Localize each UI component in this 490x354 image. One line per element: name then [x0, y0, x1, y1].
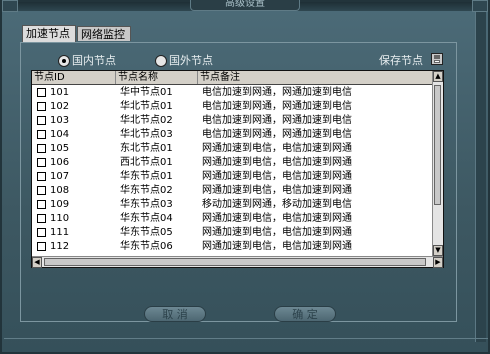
radio-domestic-label: 国内节点	[72, 54, 116, 67]
table-row[interactable]: 102 华北节点01 电信加速到网通，网通加速到电信	[32, 100, 432, 114]
cell-node-note: 网通加速到电信，电信加速到网通	[202, 185, 352, 196]
row-checkbox[interactable]	[37, 200, 46, 209]
row-checkbox[interactable]	[37, 116, 46, 125]
table-body: 101 华中节点01 电信加速到网通，网通加速到电信 102 华北节点01 电信加速到网通…	[32, 86, 432, 256]
header-node-note[interactable]: 节点备注	[198, 71, 432, 84]
window-title: 高级设置	[190, 0, 300, 11]
cell-node-name: 华东节点05	[120, 227, 173, 238]
cell-node-name: 华北节点02	[120, 115, 173, 126]
cancel-button[interactable]: 取 消	[144, 306, 206, 322]
cell-node-name: 华东节点04	[120, 213, 173, 224]
table-row[interactable]: 107 华东节点01 网通加速到电信，电信加速到网通	[32, 170, 432, 184]
cell-node-id: 111	[50, 227, 70, 238]
cell-node-note: 电信加速到网通，网通加速到电信	[202, 115, 352, 126]
cell-node-note: 网通加速到电信，电信加速到网通	[202, 227, 352, 238]
cell-node-note: 移动加速到网通，移动加速到电信	[202, 199, 352, 210]
cell-node-name: 华东节点06	[120, 241, 173, 252]
cell-node-id: 102	[50, 101, 70, 112]
row-checkbox[interactable]	[37, 130, 46, 139]
cell-node-name: 华东节点03	[120, 199, 173, 210]
cell-node-name: 西北节点01	[120, 157, 173, 168]
side-frame	[475, 12, 486, 342]
row-checkbox[interactable]	[37, 242, 46, 251]
cell-node-note: 网通加速到电信，电信加速到网通	[202, 241, 352, 252]
cell-node-note: 电信加速到网通，网通加速到电信	[202, 87, 352, 98]
table-row[interactable]: 110 华东节点04 网通加速到电信，电信加速到网通	[32, 212, 432, 226]
horizontal-scrollbar[interactable]: ◀ ▶	[32, 256, 443, 268]
row-checkbox[interactable]	[37, 144, 46, 153]
cell-node-id: 103	[50, 115, 70, 126]
header-node-name[interactable]: 节点名称	[116, 71, 198, 84]
table-row[interactable]: 106 西北节点01 网通加速到电信，电信加速到网通	[32, 156, 432, 170]
tab-accelerate-nodes[interactable]: 加速节点	[22, 25, 76, 42]
cell-node-name: 华中节点01	[120, 87, 173, 98]
table-row[interactable]: 108 华东节点02 网通加速到电信，电信加速到网通	[32, 184, 432, 198]
cell-node-id: 106	[50, 157, 70, 168]
cell-node-id: 112	[50, 241, 70, 252]
save-nodes-label[interactable]: 保存节点	[379, 54, 423, 68]
cell-node-note: 网通加速到电信，电信加速到网通	[202, 143, 352, 154]
scroll-right-icon[interactable]: ▶	[433, 257, 443, 268]
cell-node-id: 105	[50, 143, 70, 154]
cell-node-id: 109	[50, 199, 70, 210]
cell-node-note: 网通加速到电信，电信加速到网通	[202, 213, 352, 224]
settings-window: 高级设置 加速节点 网络监控 国内节点 国外节点 保存节点 节点ID 节点名称 …	[0, 0, 490, 354]
scroll-down-icon[interactable]: ▼	[433, 245, 443, 256]
table-row[interactable]: 101 华中节点01 电信加速到网通，网通加速到电信	[32, 86, 432, 100]
scroll-up-icon[interactable]: ▲	[433, 71, 443, 82]
table-row[interactable]: 111 华东节点05 网通加速到电信，电信加速到网通	[32, 226, 432, 240]
row-checkbox[interactable]	[37, 186, 46, 195]
cell-node-note: 网通加速到电信，电信加速到网通	[202, 171, 352, 182]
cell-node-id: 104	[50, 129, 70, 140]
header-node-id[interactable]: 节点ID	[32, 71, 116, 84]
table-row[interactable]: 104 华北节点03 电信加速到网通，网通加速到电信	[32, 128, 432, 142]
cell-node-name: 华东节点01	[120, 171, 173, 182]
tab-network-monitor[interactable]: 网络监控	[77, 26, 131, 41]
cell-node-name: 华东节点02	[120, 185, 173, 196]
row-checkbox[interactable]	[37, 228, 46, 237]
table-row[interactable]: 105 东北节点01 网通加速到电信，电信加速到网通	[32, 142, 432, 156]
row-checkbox[interactable]	[37, 214, 46, 223]
table-row[interactable]: 103 华北节点02 电信加速到网通，网通加速到电信	[32, 114, 432, 128]
table-row[interactable]: 112 华东节点06 网通加速到电信，电信加速到网通	[32, 240, 432, 254]
title-bar: 高级设置	[2, 0, 488, 12]
row-checkbox[interactable]	[37, 88, 46, 97]
close-icon[interactable]	[472, 0, 488, 12]
vertical-scrollbar[interactable]: ▲ ▼	[432, 71, 443, 256]
cell-node-name: 华北节点01	[120, 101, 173, 112]
cell-node-name: 华北节点03	[120, 129, 173, 140]
node-table: 节点ID 节点名称 节点备注 101 华中节点01 电信加速到网通，网通加速到电信 1…	[31, 70, 444, 268]
cell-node-note: 电信加速到网通，网通加速到电信	[202, 101, 352, 112]
window-menu-icon[interactable]	[2, 0, 18, 12]
table-row[interactable]: 109 华东节点03 移动加速到网通，移动加速到电信	[32, 198, 432, 212]
row-checkbox[interactable]	[37, 102, 46, 111]
radio-unchecked-icon	[155, 55, 167, 67]
row-checkbox[interactable]	[37, 172, 46, 181]
vertical-scroll-thumb[interactable]	[434, 85, 441, 205]
cell-node-id: 101	[50, 87, 70, 98]
row-checkbox[interactable]	[37, 158, 46, 167]
radio-foreign-label: 国外节点	[169, 54, 213, 67]
table-header: 节点ID 节点名称 节点备注	[32, 71, 432, 85]
cell-node-id: 107	[50, 171, 70, 182]
cell-node-id: 108	[50, 185, 70, 196]
radio-checked-icon	[58, 55, 70, 67]
ok-button[interactable]: 确 定	[274, 306, 336, 322]
scroll-left-icon[interactable]: ◀	[32, 257, 42, 268]
cell-node-note: 网通加速到电信，电信加速到网通	[202, 157, 352, 168]
cell-node-id: 110	[50, 213, 70, 224]
horizontal-scroll-thumb[interactable]	[44, 258, 426, 266]
save-disk-icon[interactable]	[431, 53, 443, 65]
bottom-divider	[4, 338, 488, 339]
cell-node-note: 电信加速到网通，网通加速到电信	[202, 129, 352, 140]
cell-node-name: 东北节点01	[120, 143, 173, 154]
